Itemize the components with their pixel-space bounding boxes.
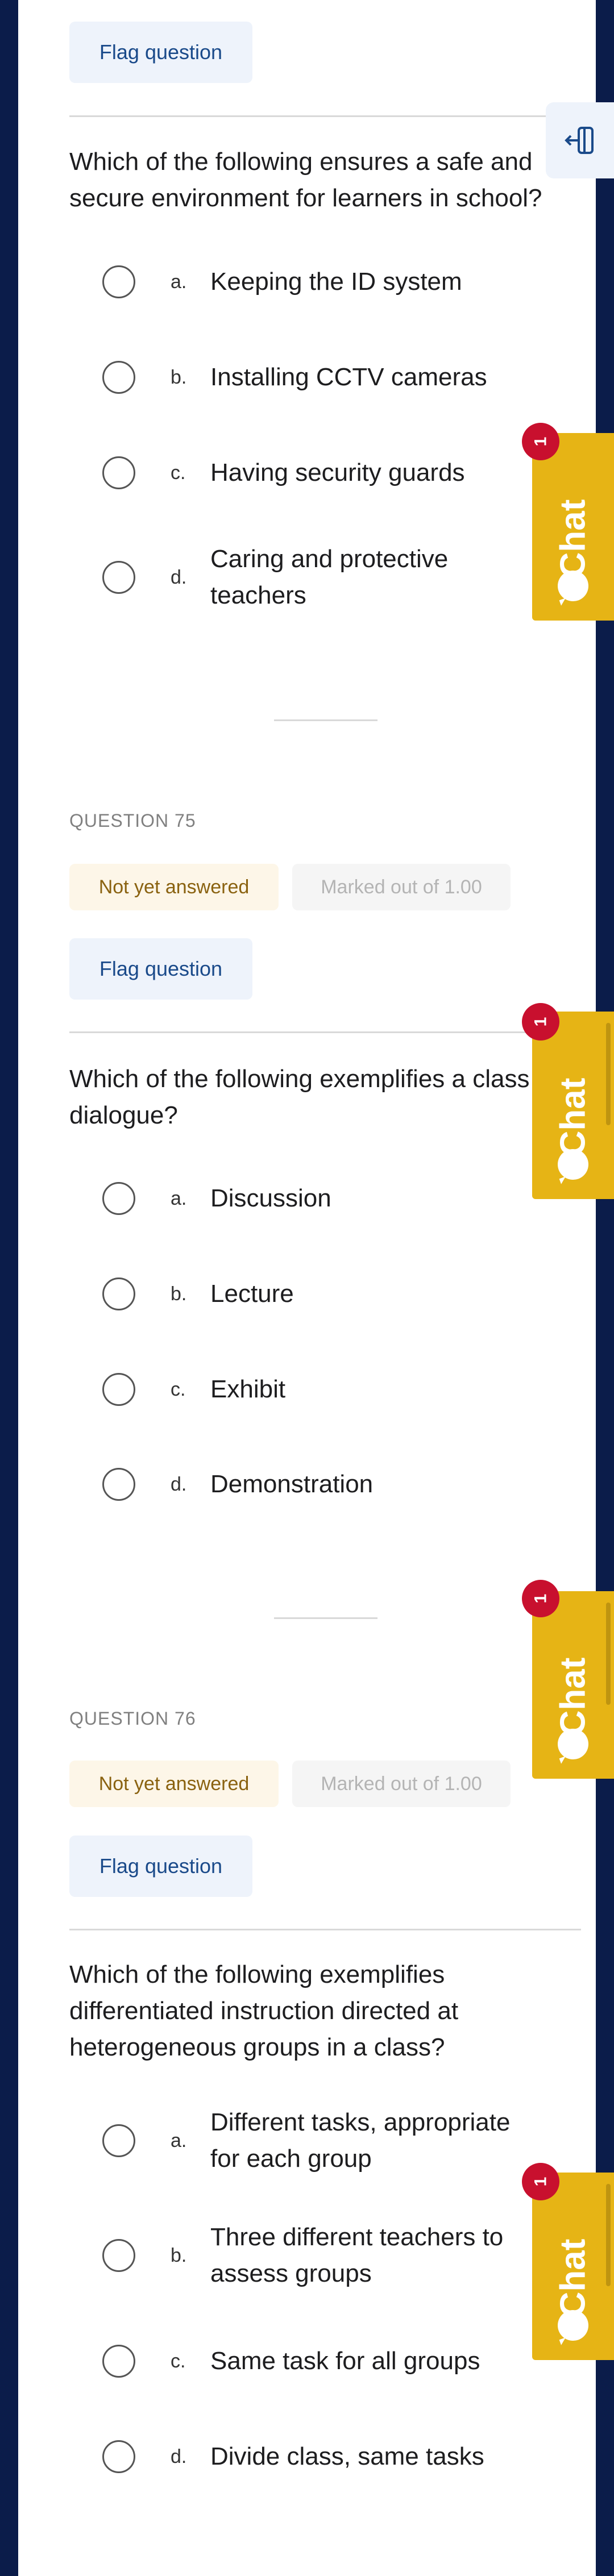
answer-state-badge: Not yet answered <box>69 1761 279 1807</box>
radio-button[interactable] <box>102 561 135 594</box>
chat-label: Chat <box>553 1077 593 1156</box>
option-text: Divide class, same tasks <box>210 2442 484 2470</box>
chat-bubble-icon <box>558 571 588 601</box>
option-letter: c. <box>171 1378 186 1400</box>
chat-label: Chat <box>553 499 593 578</box>
chat-notification-badge: 1 <box>522 423 559 460</box>
option-letter: a. <box>171 2129 187 2151</box>
question-text: Which of the following ensures a safe an… <box>69 148 542 212</box>
option-text: Keeping the ID system <box>210 268 462 296</box>
option-text: Same task for all groups <box>210 2347 480 2375</box>
question-divider <box>69 1031 581 1033</box>
radio-button[interactable] <box>102 2345 135 2378</box>
radio-button[interactable] <box>102 1468 135 1501</box>
drawer-toggle-icon <box>565 127 594 154</box>
option-text: Installing CCTV cameras <box>210 363 487 391</box>
radio-button[interactable] <box>102 2239 135 2272</box>
option-letter: a. <box>171 1187 187 1209</box>
radio-button[interactable] <box>102 1373 135 1406</box>
chat-label: Chat <box>553 2238 593 2317</box>
chat-label: Chat <box>553 1657 593 1736</box>
chat-tab[interactable]: Chat <box>532 1591 614 1779</box>
chat-bubble-icon <box>558 1149 588 1180</box>
option-letter: c. <box>171 461 186 484</box>
option-text: Lecture <box>210 1280 294 1308</box>
radio-button[interactable] <box>102 361 135 394</box>
option-letter: d. <box>171 566 187 588</box>
option-letter: b. <box>171 1283 187 1305</box>
question-number: QUESTION 76 <box>69 1708 196 1729</box>
option-text: Having security guards <box>210 459 465 486</box>
option-text: Discussion <box>210 1184 331 1212</box>
chat-notification-badge: 1 <box>522 1580 559 1617</box>
marks-badge: Marked out of 1.00 <box>292 864 511 910</box>
flag-question-button[interactable]: Flag question <box>69 1836 252 1897</box>
chat-tab[interactable]: Chat <box>532 433 614 621</box>
option-letter: a. <box>171 270 187 293</box>
section-divider <box>274 719 377 721</box>
question-text-continued: dialogue? <box>69 1101 178 1129</box>
chat-tab[interactable]: Chat <box>532 2173 614 2360</box>
radio-button[interactable] <box>102 265 135 298</box>
left-page-border <box>0 0 18 2576</box>
chat-scrollbar[interactable] <box>606 1023 611 1125</box>
chat-bubble-icon <box>558 2310 588 2341</box>
option-letter: c. <box>171 2350 186 2372</box>
question-divider <box>69 115 581 117</box>
radio-button[interactable] <box>102 2440 135 2473</box>
chat-notification-badge: 1 <box>522 1003 559 1041</box>
drawer-toggle-button[interactable] <box>546 102 614 178</box>
chat-bubble-icon <box>558 1729 588 1759</box>
radio-button[interactable] <box>102 1182 135 1215</box>
option-letter: b. <box>171 366 187 388</box>
marks-badge: Marked out of 1.00 <box>292 1761 511 1807</box>
flag-question-button[interactable]: Flag question <box>69 22 252 83</box>
chat-notification-badge: 1 <box>522 2163 559 2200</box>
option-text: Different tasks, appropriate for each gr… <box>210 2108 511 2173</box>
question-divider <box>69 1929 581 1930</box>
section-divider <box>274 1617 377 1619</box>
option-letter: b. <box>171 2244 187 2266</box>
question-text: Which of the following exemplifies diffe… <box>69 1961 459 2061</box>
chat-scrollbar[interactable] <box>606 1603 611 1705</box>
radio-button[interactable] <box>102 2124 135 2157</box>
question-text: Which of the following exemplifies a cla… <box>69 1065 530 1093</box>
option-text: Exhibit <box>210 1375 286 1403</box>
option-text: Caring and protective teachers <box>210 545 449 609</box>
option-letter: d. <box>171 2445 187 2467</box>
option-letter: d. <box>171 1473 187 1495</box>
option-text: Demonstration <box>210 1470 374 1498</box>
answer-state-badge: Not yet answered <box>69 864 279 910</box>
radio-button[interactable] <box>102 456 135 489</box>
quiz-page: Flag question Which of the following ens… <box>18 0 596 2576</box>
question-number: QUESTION 75 <box>69 810 196 831</box>
chat-scrollbar[interactable] <box>606 2184 611 2286</box>
radio-button[interactable] <box>102 1277 135 1310</box>
option-text: Three different teachers to assess group… <box>210 2223 504 2287</box>
flag-question-button[interactable]: Flag question <box>69 938 252 1000</box>
